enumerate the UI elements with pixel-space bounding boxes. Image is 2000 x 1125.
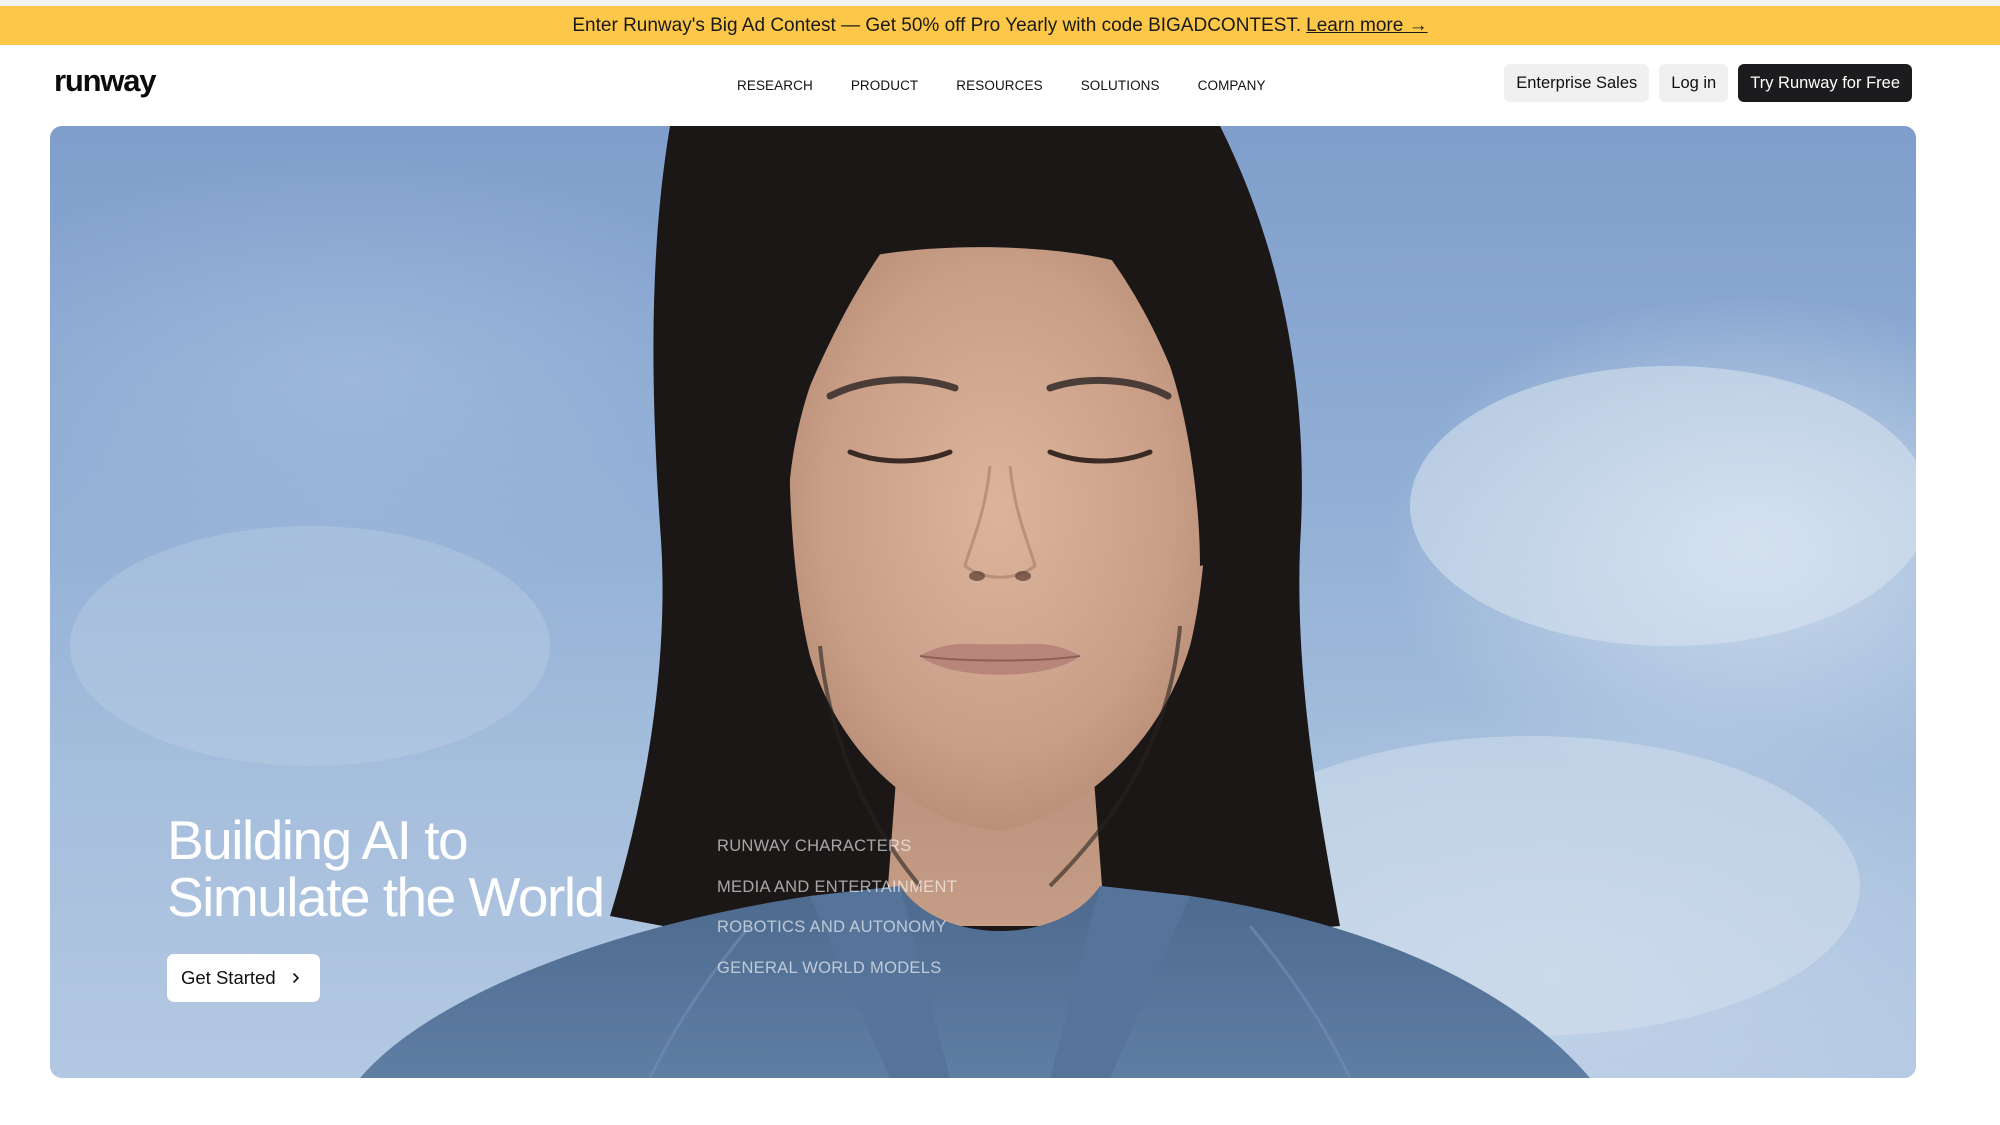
page: Enter Runway's Big Ad Contest — Get 50% … bbox=[0, 0, 2000, 1125]
announcement-banner: Enter Runway's Big Ad Contest — Get 50% … bbox=[0, 6, 2000, 45]
login-button[interactable]: Log in bbox=[1659, 64, 1729, 102]
nav-product[interactable]: PRODUCT bbox=[851, 78, 918, 93]
hero-title: Building AI to Simulate the World bbox=[167, 812, 727, 926]
primary-nav: RESEARCH PRODUCT RESOURCES SOLUTIONS COM… bbox=[737, 78, 1304, 93]
nav-actions: Enterprise Sales Log in Try Runway for F… bbox=[1504, 64, 1912, 102]
solution-general-world-models[interactable]: GENERAL WORLD MODELS bbox=[717, 948, 957, 989]
solution-runway-characters[interactable]: RUNWAY CHARACTERS bbox=[717, 826, 957, 867]
nav-research[interactable]: RESEARCH bbox=[737, 78, 813, 93]
announcement-text: Enter Runway's Big Ad Contest — Get 50% … bbox=[572, 14, 1302, 36]
runway-logo[interactable]: runway bbox=[54, 63, 157, 99]
solution-robotics-autonomy[interactable]: ROBOTICS AND AUTONOMY bbox=[717, 907, 957, 948]
nav-solutions[interactable]: SOLUTIONS bbox=[1081, 78, 1160, 93]
get-started-button[interactable]: Get Started bbox=[167, 954, 320, 1002]
hero-title-line-1: Building AI to bbox=[167, 809, 469, 871]
nav-resources[interactable]: RESOURCES bbox=[956, 78, 1042, 93]
hero-title-line-2: Simulate the World bbox=[167, 866, 605, 928]
chevron-right-icon bbox=[292, 973, 299, 983]
hero-portrait-image bbox=[70, 126, 1916, 1078]
hero-section: Building AI to Simulate the World Get St… bbox=[50, 126, 1916, 1078]
learn-more-link[interactable]: Learn more → bbox=[1306, 15, 1427, 37]
solutions-list: RUNWAY CHARACTERS MEDIA AND ENTERTAINMEN… bbox=[717, 826, 957, 988]
navbar: runway RESEARCH PRODUCT RESOURCES SOLUTI… bbox=[0, 45, 2000, 125]
get-started-label: Get Started bbox=[181, 967, 276, 988]
try-runway-button[interactable]: Try Runway for Free bbox=[1738, 64, 1912, 102]
solution-media-entertainment[interactable]: MEDIA AND ENTERTAINMENT bbox=[717, 867, 957, 908]
nav-company[interactable]: COMPANY bbox=[1198, 78, 1266, 93]
enterprise-sales-button[interactable]: Enterprise Sales bbox=[1504, 64, 1650, 102]
